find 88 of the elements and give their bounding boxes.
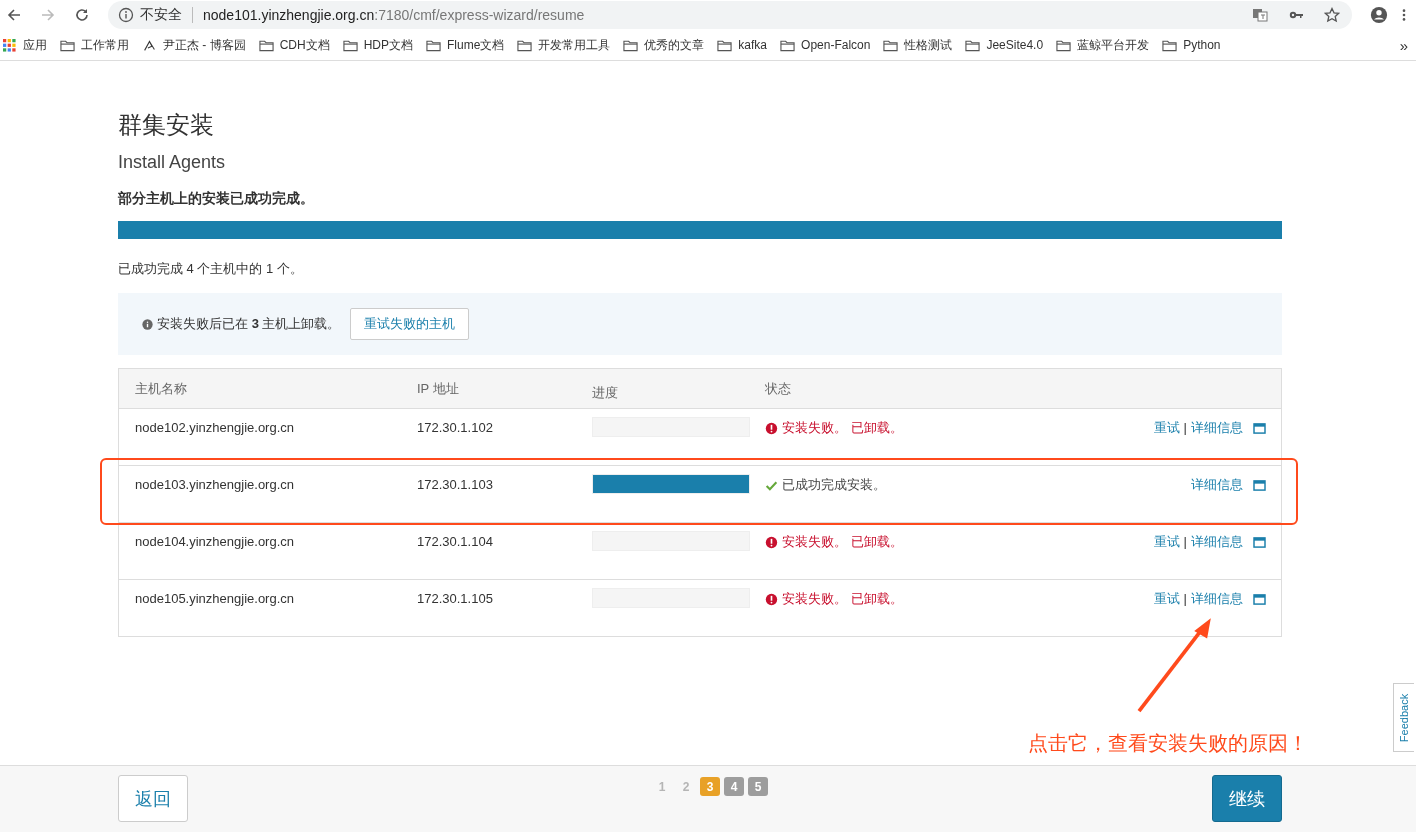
action-link[interactable]: 重试 bbox=[1153, 534, 1180, 550]
folder-icon bbox=[780, 38, 796, 52]
summary-text: 已成功完成 4 个主机中的 1 个。 bbox=[118, 261, 304, 277]
address-bar[interactable]: 不安全 node101.yinzhengjie.org.cn:7180/cmf/express-wizard/resume bbox=[108, 1, 1352, 29]
folder-icon bbox=[1056, 38, 1072, 52]
apps-grid-icon bbox=[2, 38, 17, 52]
star-icon[interactable] bbox=[1324, 7, 1340, 23]
window-icon[interactable] bbox=[1253, 479, 1266, 491]
info-icon bbox=[118, 7, 134, 23]
step-indicator: 4 bbox=[724, 777, 744, 796]
folder-icon bbox=[60, 38, 75, 52]
action-link[interactable]: 重试 bbox=[1153, 420, 1180, 436]
translate-icon[interactable] bbox=[1252, 7, 1268, 23]
security-label: 不安全 bbox=[140, 6, 182, 24]
folder-icon bbox=[517, 38, 533, 52]
action-link[interactable]: 详细信息 bbox=[1191, 477, 1243, 493]
step-indicator: 2 bbox=[681, 778, 691, 796]
account-icon[interactable] bbox=[1370, 6, 1388, 24]
folder-icon bbox=[342, 38, 358, 52]
folder-icon bbox=[1162, 38, 1178, 52]
status-text: 已成功完成安装。 bbox=[782, 477, 886, 493]
step-indicator: 5 bbox=[748, 777, 768, 796]
column-header: 进度 bbox=[592, 384, 619, 401]
continue-button[interactable]: 继续 bbox=[1212, 775, 1282, 822]
column-header: 主机名称 bbox=[135, 380, 188, 397]
step-indicator: 3 bbox=[700, 777, 720, 796]
more-icon[interactable] bbox=[1402, 8, 1406, 22]
bookmark[interactable]: 蓝鲸平台开发 bbox=[1056, 36, 1150, 54]
bookmark[interactable]: 优秀的文章 bbox=[623, 36, 705, 54]
folder-icon bbox=[717, 38, 733, 52]
url-text: node101.yinzhengjie.org.cn:7180/cmf/express-wizard/resume bbox=[203, 7, 585, 23]
folder-icon bbox=[965, 38, 981, 52]
alert-text: 安装失败后已在 3 主机上卸载。 bbox=[157, 315, 341, 333]
folder-icon bbox=[883, 38, 899, 52]
table-cell-text: 172.30.1.102 bbox=[417, 420, 494, 436]
status-text: 安装失败。 已卸载。 bbox=[782, 534, 903, 550]
step-indicator: 1 bbox=[657, 778, 667, 796]
back-button[interactable]: 返回 bbox=[118, 775, 188, 822]
bookmark[interactable]: Flume文档 bbox=[426, 36, 505, 54]
action-link[interactable]: 详细信息 bbox=[1191, 591, 1243, 607]
window-icon[interactable] bbox=[1253, 593, 1266, 605]
bookmark[interactable]: JeeSite4.0 bbox=[965, 38, 1044, 52]
action-link[interactable]: 详细信息 bbox=[1191, 534, 1243, 550]
retry-failed-hosts-button[interactable]: 重试失败的主机 bbox=[350, 308, 470, 340]
error-icon bbox=[765, 535, 778, 549]
page-subtitle: Install Agents bbox=[118, 151, 227, 173]
bookmark[interactable]: 应用 bbox=[2, 36, 47, 54]
bookmark[interactable]: Python bbox=[1162, 38, 1221, 52]
bookmark[interactable]: 尹正杰 - 博客园 bbox=[142, 36, 246, 54]
folder-icon bbox=[258, 38, 274, 52]
error-icon bbox=[765, 592, 778, 606]
bookmark[interactable]: Open-Falcon bbox=[780, 38, 871, 52]
separator: | bbox=[1183, 420, 1187, 436]
page-title: 群集安装 bbox=[118, 111, 215, 139]
error-icon bbox=[765, 421, 778, 435]
action-link[interactable]: 重试 bbox=[1153, 591, 1180, 607]
bookmark[interactable]: HDP文档 bbox=[342, 36, 413, 54]
info-icon bbox=[142, 318, 153, 330]
table-cell-text: 172.30.1.103 bbox=[417, 477, 494, 493]
bookmark[interactable]: 工作常用 bbox=[60, 36, 129, 54]
window-icon[interactable] bbox=[1253, 422, 1266, 434]
overflow-chevron[interactable]: » bbox=[1399, 36, 1408, 54]
reload-icon[interactable] bbox=[74, 7, 90, 23]
bookmark[interactable]: CDH文档 bbox=[258, 36, 330, 54]
table-cell-text: 172.30.1.105 bbox=[417, 591, 494, 607]
bookmark[interactable]: 开发常用工具 bbox=[517, 36, 611, 54]
separator: | bbox=[1183, 591, 1187, 607]
status-text: 安装失败。 已卸载。 bbox=[782, 591, 903, 607]
column-header: 状态 bbox=[765, 380, 792, 397]
window-icon[interactable] bbox=[1253, 536, 1266, 548]
table-cell-text: node102.yinzhengjie.org.cn bbox=[135, 420, 295, 436]
bookmark[interactable]: 性格测试 bbox=[883, 36, 953, 54]
annotation-text: 点击它，查看安装失败的原因！ bbox=[1028, 731, 1308, 756]
separator: | bbox=[1183, 534, 1187, 550]
table-cell-text: 172.30.1.104 bbox=[417, 534, 494, 550]
action-link[interactable]: 详细信息 bbox=[1191, 420, 1243, 436]
feedback-tab[interactable]: Feedback bbox=[1393, 683, 1414, 752]
bookmark[interactable]: kafka bbox=[717, 38, 768, 52]
column-header: IP 地址 bbox=[417, 380, 460, 397]
folder-icon bbox=[623, 38, 639, 52]
table-cell-text: node105.yinzhengjie.org.cn bbox=[135, 591, 295, 607]
status-message: 部分主机上的安装已成功完成。 bbox=[118, 189, 315, 207]
table-cell-text: node103.yinzhengjie.org.cn bbox=[135, 477, 295, 493]
table-cell-text: node104.yinzhengjie.org.cn bbox=[135, 534, 295, 550]
status-text: 安装失败。 已卸载。 bbox=[782, 420, 903, 436]
back-icon[interactable] bbox=[6, 7, 22, 23]
folder-icon bbox=[426, 38, 441, 52]
swirl-icon bbox=[142, 38, 157, 52]
